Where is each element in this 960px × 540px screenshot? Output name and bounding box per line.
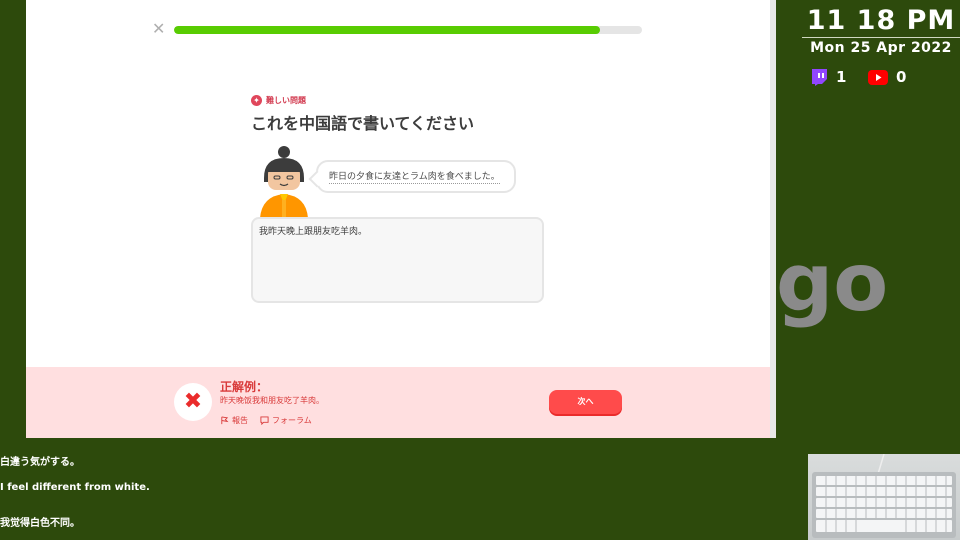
exercise-title: これを中国語で書いてください (251, 114, 475, 133)
close-icon[interactable]: ✕ (152, 21, 165, 37)
twitch-counter: 1 (810, 68, 846, 86)
youtube-icon (868, 69, 888, 85)
incorrect-feedback-panel: ✖ 正解例： 昨天晚饭我和朋友吃了羊肉。 報告 フォーラム 次へ (26, 367, 770, 438)
forum-button[interactable]: フォーラム (260, 415, 312, 426)
answer-textarea[interactable]: 我昨天晚上跟朋友吃羊肉。 (251, 217, 544, 303)
flag-icon (221, 416, 229, 425)
report-button[interactable]: 報告 (220, 415, 248, 426)
logo-watermark: go (776, 236, 889, 329)
keyboard-image (812, 454, 956, 538)
prompt-speech-bubble: 昨日の夕食に友達とラム肉を食べました。 (308, 160, 516, 193)
correct-solution-text: 昨天晚饭我和朋友吃了羊肉。 (220, 396, 324, 405)
clock-date: Mon 25 Apr 2022 (810, 40, 952, 56)
feedback-links: 報告 フォーラム (220, 415, 312, 426)
hard-question-badge: ✦ 難しい問題 (251, 95, 306, 106)
comment-icon (260, 416, 269, 425)
character-avatar-icon (260, 146, 308, 218)
duolingo-window: ✕ ✦ 難しい問題 これを中国語で書いてください 昨日の夕食に友達とラム肉を食べ… (26, 0, 776, 438)
dumbbell-icon: ✦ (251, 95, 262, 106)
youtube-count: 0 (896, 68, 907, 86)
incorrect-x-icon: ✖ (174, 383, 212, 421)
clock-divider (802, 37, 960, 38)
report-label: 報告 (232, 416, 248, 425)
next-button[interactable]: 次へ (549, 390, 622, 414)
twitch-icon (812, 69, 827, 86)
webcam-keyboard-view (808, 454, 960, 540)
badge-label: 難しい問題 (266, 96, 306, 105)
twitch-count: 1 (836, 68, 847, 86)
prompt-sentence[interactable]: 昨日の夕食に友達とラム肉を食べました。 (329, 171, 500, 184)
correct-solution-heading: 正解例： (220, 380, 269, 394)
scrollbar[interactable] (770, 0, 776, 438)
lesson-progress-bar (174, 26, 642, 34)
lesson-progress-fill (174, 26, 600, 34)
caption-chinese: 我觉得白色不同。 (0, 518, 80, 529)
forum-label: フォーラム (272, 416, 312, 425)
clock-time: 11 18 PM (806, 5, 956, 36)
youtube-counter: 0 (868, 68, 906, 86)
caption-english: I feel different from white. (0, 482, 150, 493)
caption-japanese: 白違う気がする。 (0, 457, 80, 468)
